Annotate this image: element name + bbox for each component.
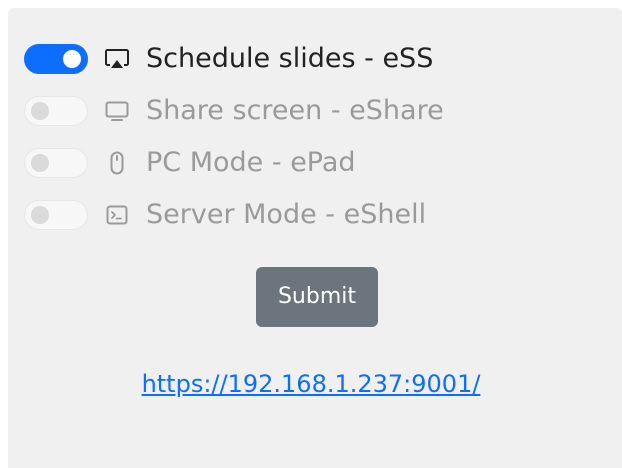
switch-knob <box>31 102 49 120</box>
pc-mode-switch[interactable] <box>24 148 88 178</box>
switch-knob <box>63 50 81 68</box>
switch-knob <box>31 206 49 224</box>
server-mode-switch[interactable] <box>24 200 88 230</box>
option-label: Share screen - eShare <box>146 95 444 126</box>
schedule-slides-switch[interactable] <box>24 44 88 74</box>
option-server-mode[interactable]: Server Mode - eShell <box>24 189 584 241</box>
airplay-icon <box>104 46 130 72</box>
display-icon <box>104 98 130 124</box>
mode-options: Schedule slides - eSS Share screen - eSh… <box>24 33 584 241</box>
option-label: Server Mode - eShell <box>146 199 427 230</box>
option-share-screen[interactable]: Share screen - eShare <box>24 85 584 137</box>
option-label: Schedule slides - eSS <box>146 43 434 74</box>
option-label: PC Mode - ePad <box>146 147 356 178</box>
option-schedule-slides[interactable]: Schedule slides - eSS <box>24 33 584 85</box>
server-url-link[interactable]: https://192.168.1.237:9001/ <box>0 369 622 399</box>
terminal-icon <box>104 202 130 228</box>
switch-knob <box>31 154 49 172</box>
mouse-icon <box>104 150 130 176</box>
share-screen-switch[interactable] <box>24 96 88 126</box>
submit-button[interactable]: Submit <box>256 267 378 327</box>
option-pc-mode[interactable]: PC Mode - ePad <box>24 137 584 189</box>
